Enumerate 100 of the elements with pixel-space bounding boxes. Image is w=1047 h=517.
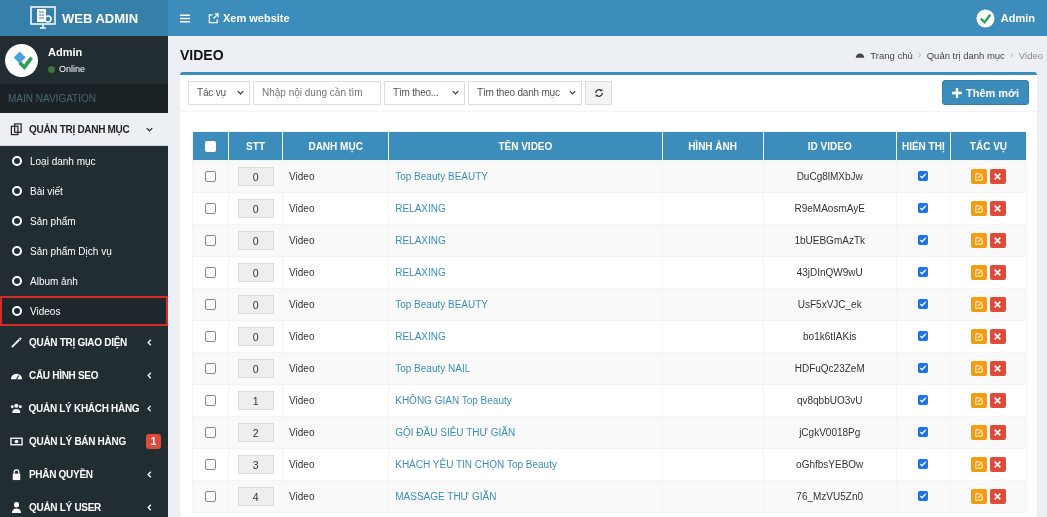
breadcrumb-item[interactable]: Quản trị danh mục	[926, 49, 1005, 61]
delete-button[interactable]	[989, 233, 1006, 248]
edit-button[interactable]	[970, 457, 987, 472]
circle-icon	[12, 186, 22, 196]
edit-button[interactable]	[970, 393, 987, 408]
menu-section[interactable]: QUẢN LÝ USER	[0, 491, 168, 517]
add-new-button[interactable]: Thêm mới	[941, 80, 1029, 105]
video-title-link[interactable]: GỘI ĐẦU SIÊU THƯ GIÃN	[395, 427, 516, 438]
edit-button[interactable]	[970, 169, 987, 184]
order-input[interactable]: 0	[237, 327, 274, 346]
visible-checkbox[interactable]	[918, 458, 929, 469]
row-checkbox[interactable]	[205, 171, 216, 183]
view-website-link[interactable]: Xem website	[208, 12, 290, 24]
row-checkbox[interactable]	[205, 235, 216, 247]
refresh-button[interactable]	[585, 80, 612, 105]
delete-button[interactable]	[989, 457, 1006, 472]
order-input[interactable]: 0	[237, 231, 274, 250]
order-input[interactable]: 3	[237, 455, 274, 474]
column-header: TÊN VIDEO	[388, 131, 663, 161]
menu-icon[interactable]	[180, 13, 190, 23]
category-select[interactable]: Tìm theo danh mục	[468, 80, 582, 105]
visible-checkbox[interactable]	[918, 330, 929, 341]
row-checkbox[interactable]	[205, 363, 216, 375]
video-title-link[interactable]: RELAXING	[395, 267, 446, 278]
circle-icon	[12, 306, 22, 316]
menu-item[interactable]: Videos	[0, 296, 168, 326]
edit-button[interactable]	[970, 361, 987, 376]
video-title-link[interactable]: Top Beauty NAIL	[395, 363, 471, 374]
video-title-link[interactable]: KHÁCH YÊU TIN CHỌN Top Beauty	[395, 459, 557, 470]
video-title-link[interactable]: RELAXING	[395, 331, 446, 342]
order-input[interactable]: 0	[237, 263, 274, 282]
menu-item[interactable]: Bài viết	[0, 176, 168, 206]
action-select[interactable]: Tác vụ	[188, 80, 250, 105]
video-title-link[interactable]: Top Beauty BEAUTY	[395, 171, 489, 182]
row-checkbox[interactable]	[205, 267, 216, 279]
select-all-checkbox[interactable]	[205, 140, 216, 152]
search-by-select[interactable]: Tìm theo...	[384, 80, 465, 105]
menu-section[interactable]: QUẢN TRỊ GIAO DIỆN	[0, 326, 168, 359]
table-cell: Video	[282, 352, 389, 385]
delete-button[interactable]	[989, 169, 1006, 184]
visible-checkbox[interactable]	[918, 394, 929, 405]
menu-item[interactable]: Loại danh mục	[0, 146, 168, 176]
visible-checkbox[interactable]	[918, 298, 929, 309]
video-title-link[interactable]: Top Beauty BEAUTY	[395, 299, 489, 310]
visible-checkbox[interactable]	[918, 266, 929, 277]
order-input[interactable]: 0	[237, 359, 274, 378]
visible-checkbox[interactable]	[918, 202, 929, 213]
row-checkbox[interactable]	[205, 331, 216, 343]
edit-button[interactable]	[970, 489, 987, 504]
delete-button[interactable]	[989, 297, 1006, 312]
edit-button[interactable]	[970, 233, 987, 248]
delete-button[interactable]	[989, 201, 1006, 216]
menu-item[interactable]: Album ảnh	[0, 266, 168, 296]
order-input[interactable]: 0	[237, 295, 274, 314]
row-checkbox[interactable]	[205, 299, 216, 311]
chevron-right-icon	[1009, 52, 1014, 58]
video-title-link[interactable]: RELAXING	[395, 203, 446, 214]
edit-button[interactable]	[970, 201, 987, 216]
menu-item[interactable]: Sản phẩm	[0, 206, 168, 236]
edit-button[interactable]	[970, 265, 987, 280]
video-title-link[interactable]: MASSAGE THƯ GIÃN	[395, 491, 497, 502]
video-title-link[interactable]: RELAXING	[395, 235, 446, 246]
delete-button[interactable]	[989, 393, 1006, 408]
menu-section[interactable]: QUẢN LÝ KHÁCH HÀNG	[0, 392, 168, 425]
delete-button[interactable]	[989, 425, 1006, 440]
row-checkbox[interactable]	[205, 203, 216, 215]
order-input[interactable]: 4	[237, 487, 274, 506]
visible-checkbox[interactable]	[918, 426, 929, 437]
order-input[interactable]: 0	[237, 167, 274, 186]
row-checkbox[interactable]	[205, 395, 216, 407]
user-name[interactable]: Admin	[1000, 12, 1035, 24]
order-input[interactable]: 0	[237, 199, 274, 218]
search-field[interactable]: Nhập nội dung cần tìm	[253, 80, 381, 105]
order-input[interactable]: 2	[237, 423, 274, 442]
edit-button[interactable]	[970, 297, 987, 312]
visible-checkbox[interactable]	[918, 170, 929, 181]
delete-button[interactable]	[989, 265, 1006, 280]
monitor-document-icon	[29, 5, 56, 31]
video-title-link[interactable]: KHÔNG GIAN Top Beauty	[395, 395, 512, 406]
visible-checkbox[interactable]	[918, 234, 929, 245]
breadcrumb-item[interactable]: Trang chủ	[870, 49, 913, 61]
menu-section[interactable]: QUẢN LÝ BÁN HÀNG 1	[0, 425, 168, 458]
delete-button[interactable]	[989, 489, 1006, 504]
menu-item[interactable]: Sản phẩm Dịch vụ	[0, 236, 168, 266]
edit-button[interactable]	[970, 329, 987, 344]
delete-button[interactable]	[989, 361, 1006, 376]
visible-checkbox[interactable]	[918, 362, 929, 373]
order-input[interactable]: 1	[237, 391, 274, 410]
row-checkbox[interactable]	[205, 427, 216, 439]
row-checkbox[interactable]	[205, 491, 216, 503]
row-checkbox[interactable]	[205, 459, 216, 471]
menu-section[interactable]: QUẢN TRỊ DANH MỤC	[0, 113, 168, 146]
delete-button[interactable]	[989, 329, 1006, 344]
menu-section[interactable]: PHÂN QUYỀN	[0, 458, 168, 491]
menu-section[interactable]: CẤU HÌNH SEO	[0, 359, 168, 392]
table-cell: Video	[282, 320, 389, 353]
user-avatar-icon	[975, 8, 995, 28]
edit-button[interactable]	[970, 425, 987, 440]
avatar-icon	[5, 43, 38, 77]
visible-checkbox[interactable]	[918, 490, 929, 501]
